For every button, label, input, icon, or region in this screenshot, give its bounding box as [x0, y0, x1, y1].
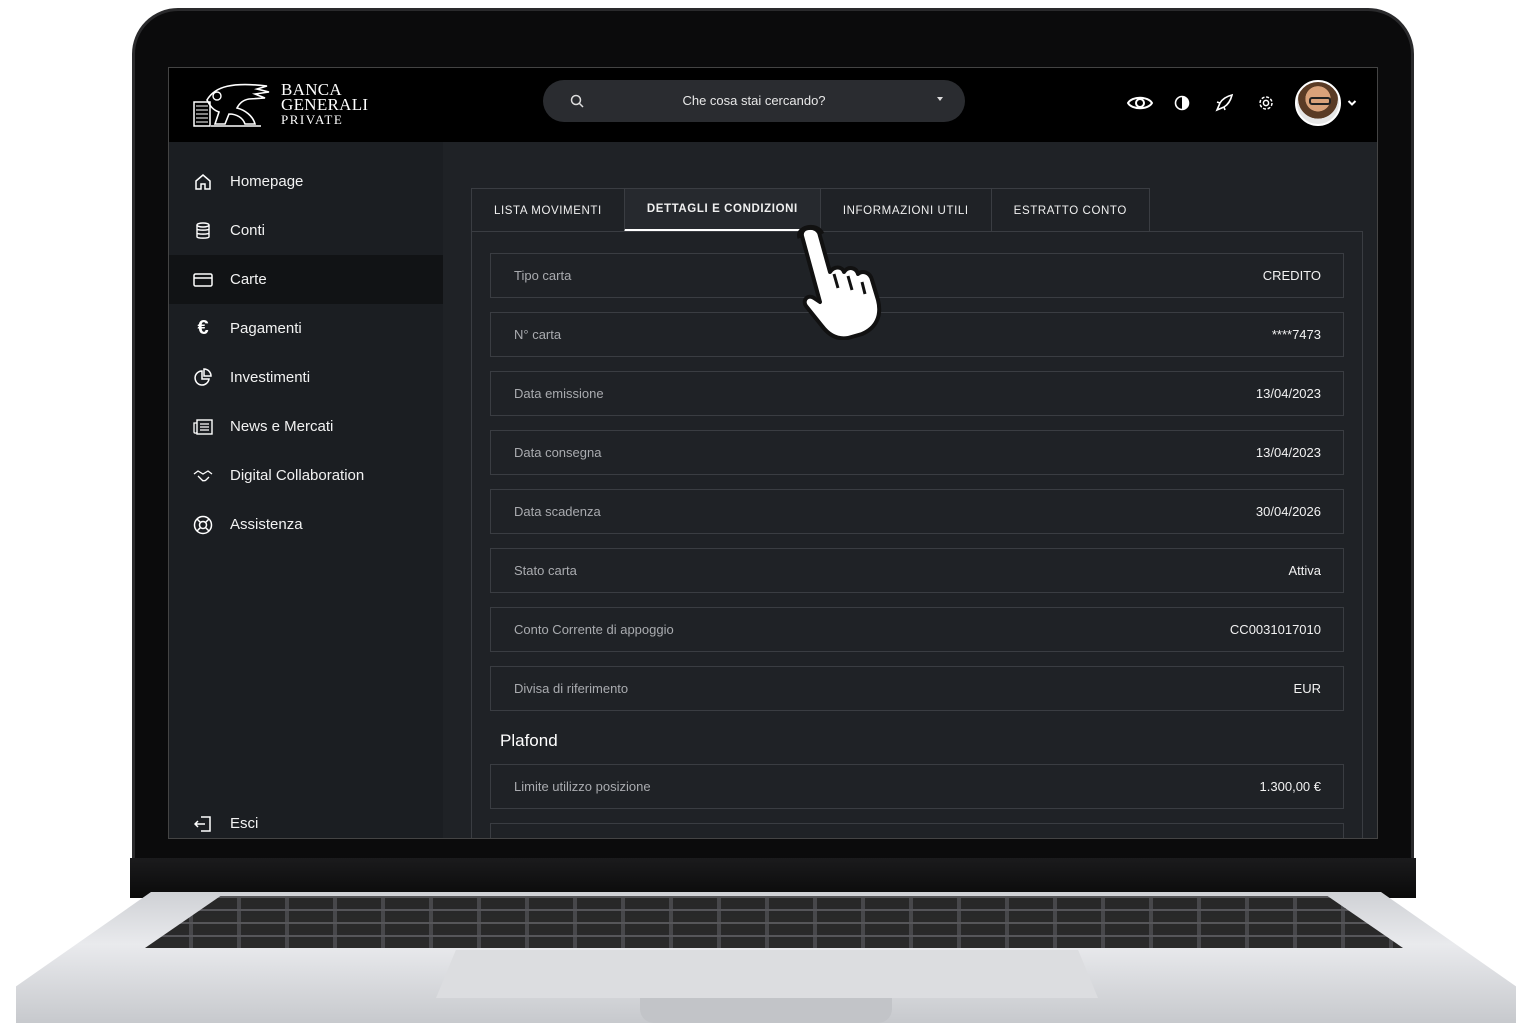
- contrast-icon[interactable]: [1169, 90, 1195, 116]
- laptop-mockup: BANCA GENERALI PRIVATE Che cosa stai cer…: [0, 0, 1532, 1023]
- detail-label: Divisa di riferimento: [514, 681, 629, 696]
- sidebar-item-conti[interactable]: Conti: [169, 206, 443, 255]
- eye-icon[interactable]: [1127, 90, 1153, 116]
- detail-row: Stato carta Attiva: [490, 548, 1344, 593]
- chevron-down-icon[interactable]: [937, 97, 943, 101]
- detail-row: Data consegna 13/04/2023: [490, 430, 1344, 475]
- search-placeholder[interactable]: Che cosa stai cercando?: [603, 93, 905, 108]
- laptop-trackpad: [436, 950, 1098, 998]
- detail-label: N° carta: [514, 327, 562, 342]
- detail-row: Data emissione 13/04/2023: [490, 371, 1344, 416]
- sidebar-item-label: Pagamenti: [230, 320, 302, 337]
- detail-row: Tipo carta CREDITO: [490, 253, 1344, 298]
- chevron-down-icon[interactable]: [1347, 98, 1357, 108]
- avatar[interactable]: [1295, 80, 1341, 126]
- plafond-row: Limite utilizzo posizione 1.300,00 €: [490, 764, 1344, 809]
- detail-value: ****7473: [1271, 327, 1321, 342]
- brand-name: BANCA GENERALI PRIVATE: [281, 81, 369, 127]
- sidebar-item-news[interactable]: News e Mercati: [169, 402, 443, 451]
- details-panel: Tipo carta CREDITO N° carta ****7473 Dat…: [471, 231, 1363, 838]
- tab-lista-movimenti[interactable]: LISTA MOVIMENTI: [471, 188, 625, 232]
- sidebar-item-label: Digital Collaboration: [230, 467, 365, 484]
- sidebar-item-label: Investimenti: [230, 369, 311, 386]
- detail-label: Data consegna: [514, 445, 602, 460]
- top-icons: [1127, 78, 1357, 128]
- sidebar-item-label: Carte: [230, 271, 267, 288]
- sidebar-item-label: Homepage: [230, 173, 304, 190]
- brand-logo[interactable]: BANCA GENERALI PRIVATE: [193, 80, 373, 130]
- sidebar-item-label: Assistenza: [230, 516, 303, 533]
- search-icon: [570, 94, 584, 108]
- detail-value: EUR: [1293, 681, 1321, 696]
- sidebar-item-label: News e Mercati: [230, 418, 334, 435]
- lifebuoy-icon: [193, 515, 213, 535]
- sidebar-item-investimenti[interactable]: Investimenti: [169, 353, 443, 402]
- home-icon: [193, 172, 213, 192]
- card-icon: [193, 270, 213, 290]
- logout-label: Esci: [230, 815, 259, 832]
- laptop-notch: [640, 998, 892, 1023]
- hand-pointer-icon: [797, 224, 882, 340]
- tab-estratto-conto[interactable]: ESTRATTO CONTO: [990, 188, 1150, 232]
- logout-icon: [193, 814, 213, 834]
- detail-value: 13/04/2023: [1255, 445, 1321, 460]
- detail-row: N° carta ****7473: [490, 312, 1344, 357]
- plafond-value: 1.300,00 €: [1259, 779, 1321, 794]
- app-screen: BANCA GENERALI PRIVATE Che cosa stai cer…: [168, 67, 1378, 839]
- detail-label: Stato carta: [514, 563, 577, 578]
- detail-value: CREDITO: [1262, 268, 1321, 283]
- detail-row: Conto Corrente di appoggio CC0031017010: [490, 607, 1344, 652]
- detail-label: Tipo carta: [514, 268, 572, 283]
- top-bar: BANCA GENERALI PRIVATE Che cosa stai cer…: [169, 68, 1377, 142]
- lion-logo-icon: [193, 83, 270, 127]
- brand-line-3: PRIVATE: [281, 112, 344, 127]
- pie-chart-icon: [193, 367, 213, 388]
- newspaper-icon: [193, 417, 213, 437]
- detail-value: Attiva: [1288, 563, 1321, 578]
- sidebar-item-assistenza[interactable]: Assistenza: [169, 500, 443, 549]
- sidebar: Homepage Conti Carte € Pagamenti Investi…: [169, 142, 443, 838]
- coins-icon: [193, 221, 213, 241]
- search-bar[interactable]: Che cosa stai cercando?: [543, 80, 965, 122]
- sidebar-item-carte[interactable]: Carte: [169, 255, 443, 304]
- rocket-icon[interactable]: [1211, 90, 1237, 116]
- sidebar-item-homepage[interactable]: Homepage: [169, 157, 443, 206]
- detail-value: CC0031017010: [1229, 622, 1321, 637]
- euro-icon: €: [197, 317, 209, 339]
- plafond-row: [490, 823, 1344, 838]
- sidebar-item-pagamenti[interactable]: € Pagamenti: [169, 304, 443, 353]
- plafond-label: Limite utilizzo posizione: [514, 779, 651, 794]
- detail-label: Data scadenza: [514, 504, 601, 519]
- detail-value: 30/04/2026: [1255, 504, 1321, 519]
- detail-value: 13/04/2023: [1255, 386, 1321, 401]
- plafond-title: Plafond: [500, 731, 558, 750]
- detail-label: Conto Corrente di appoggio: [514, 622, 674, 637]
- handshake-icon: [193, 466, 213, 486]
- main-content: LISTA MOVIMENTI DETTAGLI E CONDIZIONI IN…: [443, 142, 1377, 838]
- gear-icon[interactable]: [1253, 90, 1279, 116]
- brand-line-2: GENERALI: [281, 95, 369, 114]
- sidebar-item-digital-collaboration[interactable]: Digital Collaboration: [169, 451, 443, 500]
- detail-row: Divisa di riferimento EUR: [490, 666, 1344, 711]
- detail-row: Data scadenza 30/04/2026: [490, 489, 1344, 534]
- logout-button[interactable]: Esci: [169, 799, 443, 838]
- sidebar-item-label: Conti: [230, 222, 266, 239]
- laptop-keyboard: [145, 896, 1403, 948]
- detail-label: Data emissione: [514, 386, 604, 401]
